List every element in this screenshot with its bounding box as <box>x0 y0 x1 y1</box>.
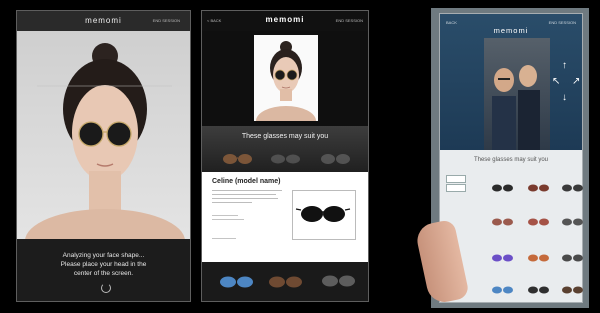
suggested-glasses-row[interactable] <box>202 126 369 172</box>
glasses-thumb-2 <box>271 154 300 164</box>
message-line-1: Analyzing your face shape... <box>62 252 145 259</box>
top-bar: < BACK memomi END SESSION <box>202 11 368 31</box>
glasses-thumb-3 <box>321 154 350 164</box>
mirror-header: BACK memomi END SESSION ↑ ↓ ↖ ↗ <box>440 14 582 150</box>
arrow-upleft-icon[interactable]: ↖ <box>552 76 560 87</box>
portrait-image <box>256 41 316 136</box>
memomi-logo: memomi <box>493 26 529 35</box>
face-analysis-screen: memomi END SESSION Analyzing your face s… <box>16 10 191 302</box>
grid-glasses-10 <box>492 286 513 294</box>
end-session-link[interactable]: END SESSION <box>336 18 363 23</box>
loading-spinner-icon <box>101 283 111 293</box>
face-camera-feed <box>17 31 190 273</box>
more-glasses-row[interactable] <box>202 262 369 302</box>
grid-glasses-7 <box>492 254 513 262</box>
glasses-thumb-blue <box>220 276 253 288</box>
grid-glasses-1 <box>492 184 513 192</box>
grid-glasses-6 <box>562 218 583 226</box>
more-glasses-strip <box>202 262 368 301</box>
grid-glasses-9 <box>562 254 583 262</box>
product-name: Celine (model name) <box>212 178 281 185</box>
people-in-mirror <box>492 65 540 150</box>
grid-glasses-8 <box>528 254 549 262</box>
grid-glasses-3 <box>562 184 583 192</box>
arrow-upright-icon[interactable]: ↗ <box>572 76 580 87</box>
recommendation-screen: < BACK memomi END SESSION These glasses … <box>201 10 369 302</box>
grid-glasses-2 <box>528 184 549 192</box>
grid-glasses-12 <box>562 286 583 294</box>
product-image[interactable] <box>292 190 356 240</box>
grid-glasses-5 <box>528 218 549 226</box>
glasses-thumb-1 <box>223 154 252 164</box>
arrow-up-icon[interactable]: ↑ <box>562 60 567 71</box>
top-bar: memomi END SESSION <box>17 11 190 31</box>
back-button[interactable]: BACK <box>446 20 457 25</box>
suggestion-heading: These glasses may suit you <box>473 157 549 163</box>
product-detail-card: Celine (model name) <box>202 172 368 262</box>
message-line-2: Please place your head in the <box>60 261 147 268</box>
user-portrait <box>254 35 318 136</box>
end-session-link[interactable]: END SESSION <box>153 18 180 23</box>
suggestions-band: These glasses may suit you <box>202 126 368 172</box>
end-session-link[interactable]: END SESSION <box>549 20 576 25</box>
message-line-3: center of the screen. <box>73 270 134 277</box>
arrow-down-icon[interactable]: ↓ <box>562 92 567 103</box>
glasses-thumb-brown <box>269 276 302 288</box>
glasses-thumb-grey <box>322 275 355 287</box>
portrait-area <box>202 31 368 136</box>
grid-glasses-11 <box>528 286 549 294</box>
analysis-message: Analyzing your face shape... Please plac… <box>25 251 182 278</box>
sunglasses-product-icon <box>295 206 351 222</box>
camera-view <box>484 38 550 150</box>
grid-glasses-4 <box>492 218 513 226</box>
analysis-message-area: Analyzing your face shape... Please plac… <box>17 239 190 301</box>
woman-face-photo <box>25 43 185 273</box>
